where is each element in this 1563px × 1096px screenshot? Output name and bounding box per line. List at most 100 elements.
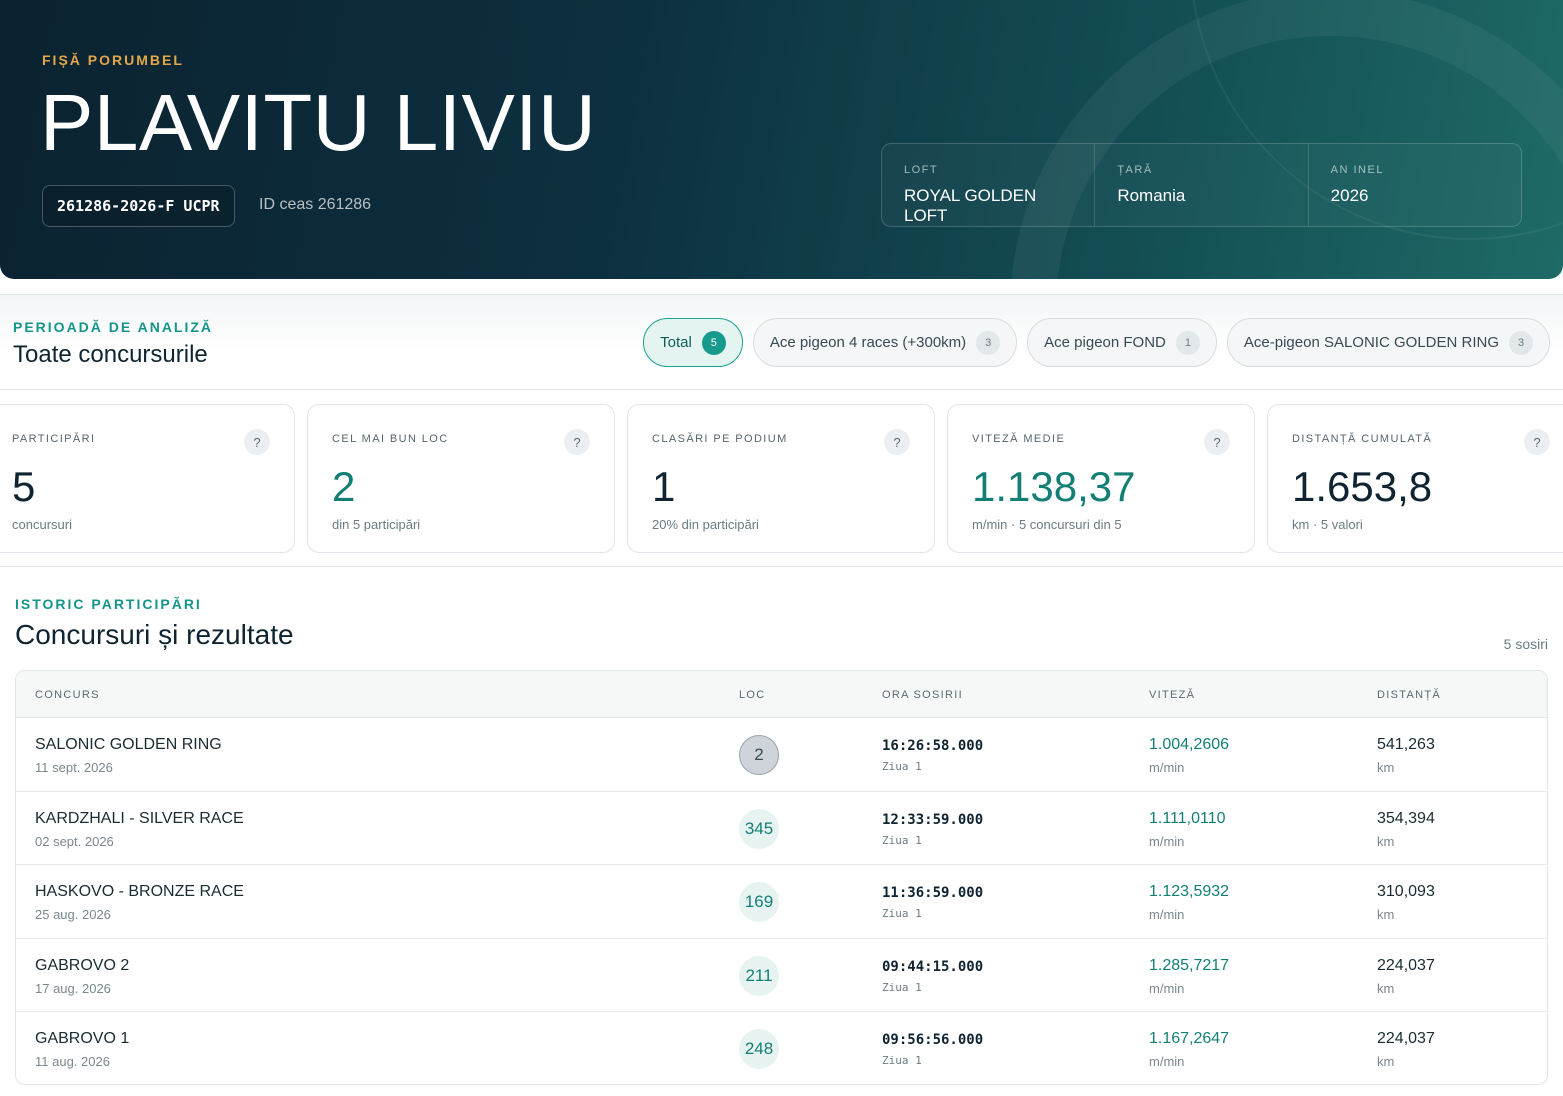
period-filters: Total 5 Ace pigeon 4 races (+300km) 3 Ac… [643,318,1550,367]
meta-label: LOFT [904,164,939,176]
column-header-arrival[interactable]: ORA SOSIRII [882,689,963,701]
stat-card-average-speed: VITEZĂ MEDIE ? 1.138,37 m/min · 5 concur… [947,404,1255,553]
arrival-time: 09:56:56.000 [882,1032,984,1049]
meta-value: Romania [1117,186,1186,205]
stat-sub: m/min · 5 concursuri din 5 [972,517,1122,532]
place-badge: 211 [739,955,779,996]
meta-value: ROYAL GOLDEN LOFT [904,186,1037,225]
table-row[interactable]: SALONIC GOLDEN RING 11 sept. 2026 2 16:2… [16,718,1547,792]
table-header: CONCURS LOC ORA SOSIRII VITEZĂ DISTANȚĂ [16,671,1547,718]
race-date: 25 aug. 2026 [35,907,111,923]
stat-label: VITEZĂ MEDIE [972,433,1066,445]
clock-id: ID ceas 261286 [259,196,372,213]
stat-value: 5 [12,463,36,510]
meta-ring-year: AN INEL 2026 [1309,144,1521,226]
stat-card-podiums: CLASĂRI PE PODIUM ? 1 20% din participăr… [627,404,935,553]
speed-value: 1.123,5932 [1149,883,1230,901]
arrival-day: Ziua 1 [882,760,922,773]
column-header-distance[interactable]: DISTANȚĂ [1377,689,1441,701]
meta-value: 2026 [1330,186,1369,205]
distance-value: 354,394 [1377,809,1435,827]
stat-card-best-place: CEL MAI BUN LOC ? 2 din 5 participări [307,404,615,553]
speed-value: 1.004,2606 [1149,736,1230,753]
help-icon[interactable]: ? [884,429,910,455]
help-icon[interactable]: ? [564,429,590,455]
stat-value: 1.138,37 [972,463,1136,510]
arrival-day: Ziua 1 [882,907,922,921]
race-name: GABROVO 2 [35,956,130,974]
arrival-time: 11:36:59.000 [882,885,984,902]
meta-country: ȚARĂ Romania [1095,144,1309,226]
stat-sub: km · 5 valori [1292,517,1363,532]
distance-unit: km [1377,980,1395,996]
distance-value: 224,037 [1377,956,1435,974]
help-icon[interactable]: ? [1524,429,1550,455]
table-row[interactable]: KARDZHALI - SILVER RACE 02 sept. 2026 34… [16,792,1547,866]
stat-label: DISTANȚĂ CUMULATĂ [1292,433,1433,445]
ring-number-badge: 261286-2026-F UCPR [42,185,235,227]
distance-unit: km [1377,907,1395,923]
help-icon[interactable]: ? [1204,429,1230,455]
race-date: 11 sept. 2026 [35,760,113,775]
speed-unit: m/min [1149,833,1185,849]
arrival-time: 09:44:15.000 [882,958,984,975]
filter-chip-label: Total [660,334,692,351]
table-row[interactable]: HASKOVO - BRONZE RACE 25 aug. 2026 169 1… [16,865,1547,939]
speed-unit: m/min [1149,907,1185,923]
table-row[interactable]: GABROVO 1 11 aug. 2026 248 09:56:56.000 … [16,1012,1547,1084]
filter-chip-total[interactable]: Total 5 [643,318,743,367]
arrival-time: 16:26:58.000 [882,738,984,754]
table-row[interactable]: GABROVO 2 17 aug. 2026 211 09:44:15.000 … [16,939,1547,1013]
speed-value: 1.167,2647 [1149,1030,1230,1048]
pigeon-hero-banner: FIȘĂ PORUMBEL PLAVITU LIVIU 261286-2026-… [0,0,1563,279]
race-date: 11 aug. 2026 [35,1054,110,1070]
speed-value: 1.111,0110 [1149,809,1226,827]
arrival-day: Ziua 1 [882,980,922,994]
stat-value: 1 [652,463,676,510]
stat-label: PARTICIPĂRI [12,433,96,445]
race-name: GABROVO 1 [35,1030,130,1048]
stat-card-total-distance: DISTANȚĂ CUMULATĂ ? 1.653,8 km · 5 valor… [1267,404,1563,553]
race-name: HASKOVO - BRONZE RACE [35,883,244,901]
filter-chip-label: Ace-pigeon SALONIC GOLDEN RING [1243,334,1499,351]
place-badge: 169 [739,882,779,923]
race-name: KARDZHALI - SILVER RACE [35,809,244,827]
meta-label: ȚARĂ [1117,164,1153,176]
column-header-place[interactable]: LOC [739,689,766,701]
race-date: 17 aug. 2026 [35,980,111,996]
arrivals-count: 5 sosiri [1503,636,1548,652]
distance-unit: km [1377,833,1395,849]
pigeon-meta-box: LOFT ROYAL GOLDEN LOFT ȚARĂ Romania AN I… [881,143,1522,227]
place-badge: 2 [739,735,779,775]
filter-chip-ace-4-races[interactable]: Ace pigeon 4 races (+300km) 3 [752,318,1018,367]
stat-label: CLASĂRI PE PODIUM [652,433,788,445]
stat-sub: 20% din participări [652,517,759,532]
filter-chip-ace-fond[interactable]: Ace pigeon FOND 1 [1027,318,1217,367]
distance-value: 541,263 [1377,736,1435,753]
period-eyebrow: PERIOADĂ DE ANALIZĂ [13,319,214,335]
analysis-period-section: PERIOADĂ DE ANALIZĂ Toate concursurile T… [0,294,1563,390]
arrival-day: Ziua 1 [882,833,922,847]
distance-value: 310,093 [1377,883,1435,901]
column-header-speed[interactable]: VITEZĂ [1149,689,1195,701]
stat-card-participations: PARTICIPĂRI ? 5 concursuri [0,404,295,553]
period-title: Toate concursurile [13,341,208,368]
speed-unit: m/min [1149,1054,1185,1070]
filter-chip-count: 3 [976,330,1001,355]
meta-loft: LOFT ROYAL GOLDEN LOFT [882,144,1096,226]
filter-chip-label: Ace pigeon FOND [1044,334,1166,351]
hero-eyebrow: FIȘĂ PORUMBEL [42,52,184,68]
speed-value: 1.285,7217 [1149,956,1230,974]
filter-chip-ace-salonic[interactable]: Ace-pigeon SALONIC GOLDEN RING 3 [1226,318,1550,367]
speed-unit: m/min [1149,980,1185,996]
place-badge: 345 [739,808,779,849]
participation-history-section: ISTORIC PARTICIPĂRI Concursuri și rezult… [0,566,1563,1096]
stat-value: 2 [332,463,356,510]
help-icon[interactable]: ? [244,429,270,455]
stat-label: CEL MAI BUN LOC [332,433,449,445]
filter-chip-count: 3 [1509,330,1533,355]
arrival-time: 12:33:59.000 [882,811,984,828]
speed-unit: m/min [1149,760,1185,775]
race-date: 02 sept. 2026 [35,833,114,849]
column-header-race[interactable]: CONCURS [35,689,100,701]
